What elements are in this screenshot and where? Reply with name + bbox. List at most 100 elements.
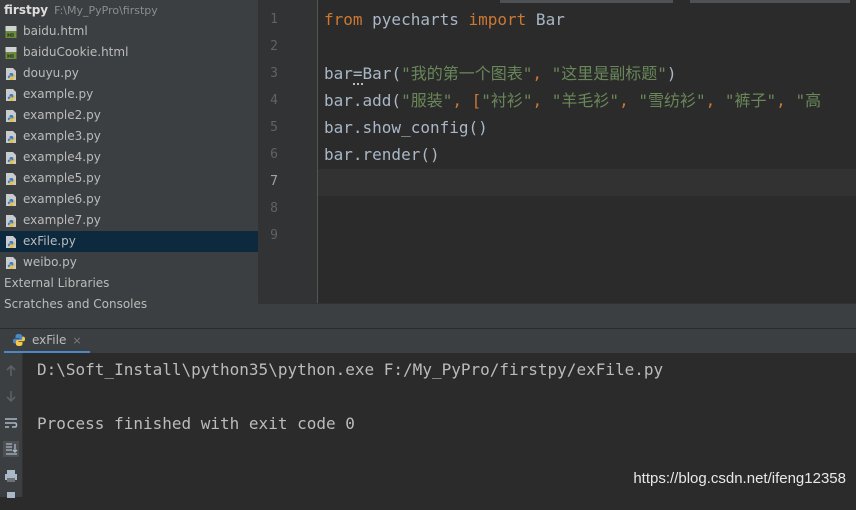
code-token: bar.add(	[324, 91, 402, 110]
string-literal: "雪纺衫"	[638, 91, 706, 110]
print-icon[interactable]	[3, 468, 19, 484]
watermark: https://blog.csdn.net/ifeng12358	[633, 470, 846, 487]
line-number: 5	[270, 120, 278, 135]
python-file-icon	[5, 67, 18, 81]
code-token: ,	[532, 64, 552, 83]
file-list: baidu.html baiduCookie.html douyu.py exampl…	[0, 21, 258, 273]
code-line-3: bar=Bar("我的第一个图表", "这里是副标题")	[324, 60, 677, 87]
string-literal: "高	[795, 91, 822, 110]
python-file-icon	[5, 214, 18, 228]
line-number: 1	[270, 12, 278, 27]
line-number: 8	[270, 201, 278, 216]
file-name: baidu.html	[23, 24, 88, 38]
file-item[interactable]: weibo.py	[0, 252, 258, 273]
console-exit-message: Process finished with exit code 0	[37, 414, 355, 433]
code-token: , [	[452, 91, 482, 110]
run-tab-exfile[interactable]: exFile ×	[4, 329, 90, 354]
line-number: 9	[270, 228, 278, 243]
python-file-icon	[5, 172, 18, 186]
code-token: ,	[532, 91, 552, 110]
file-name: douyu.py	[23, 66, 79, 80]
file-name: example4.py	[23, 150, 101, 164]
file-name: baiduCookie.html	[23, 45, 129, 59]
file-item[interactable]: example4.py	[0, 147, 258, 168]
file-name: example7.py	[23, 213, 101, 227]
close-icon[interactable]: ×	[72, 334, 81, 347]
file-item[interactable]: example7.py	[0, 210, 258, 231]
python-file-icon	[5, 130, 18, 144]
project-root-path: F:\My_PyPro\firstpy	[54, 4, 158, 17]
code-line-6: bar.render()	[324, 145, 440, 164]
console-command-line: D:\Soft_Install\python35\python.exe F:/M…	[37, 360, 664, 379]
code-token-warning: =	[352, 64, 363, 85]
file-item[interactable]: example2.py	[0, 105, 258, 126]
file-name: exFile.py	[23, 234, 76, 248]
arrow-down-icon[interactable]	[3, 388, 19, 404]
file-item[interactable]: example5.py	[0, 168, 258, 189]
module-name: pyecharts	[362, 10, 469, 29]
file-name: weibo.py	[23, 255, 77, 269]
class-name: Bar	[526, 10, 565, 29]
file-item[interactable]: example6.py	[0, 189, 258, 210]
trash-icon[interactable]	[3, 490, 19, 506]
scratches-item[interactable]: Scratches and Consoles	[0, 294, 258, 315]
line-number: 2	[270, 39, 278, 54]
file-name: example2.py	[23, 108, 101, 122]
file-item[interactable]: example.py	[0, 84, 258, 105]
keyword: import	[468, 10, 527, 29]
current-line-highlight	[318, 169, 856, 196]
editor-tab-indicator	[690, 0, 850, 3]
code-token: ,	[776, 91, 796, 110]
file-name: example3.py	[23, 129, 101, 143]
python-file-icon	[5, 193, 18, 207]
line-number: 3	[270, 66, 278, 81]
code-editor[interactable]: from pyecharts import Bar bar=Bar("我的第一个…	[318, 0, 856, 303]
python-icon	[12, 333, 32, 347]
code-token: Bar(	[362, 64, 402, 83]
string-literal: "衬衫"	[481, 91, 533, 110]
string-literal: "我的第一个图表"	[401, 64, 533, 83]
line-number-current: 7	[270, 174, 278, 189]
external-libraries-item[interactable]: External Libraries	[0, 273, 258, 294]
python-file-icon	[5, 256, 18, 270]
python-file-icon	[5, 109, 18, 123]
line-number: 4	[270, 93, 278, 108]
code-token: ,	[705, 91, 725, 110]
file-item[interactable]: example3.py	[0, 126, 258, 147]
code-line-1: from pyecharts import Bar	[324, 6, 565, 33]
code-token: bar	[324, 64, 353, 83]
editor-horizontal-scrollbar[interactable]	[258, 303, 856, 329]
code-token: ,	[619, 91, 639, 110]
file-item[interactable]: douyu.py	[0, 63, 258, 84]
file-item[interactable]: baidu.html	[0, 21, 258, 42]
file-name: example.py	[23, 87, 94, 101]
file-name: example6.py	[23, 192, 101, 206]
string-literal: "羊毛衫"	[551, 91, 620, 110]
project-root-name: firstpy	[4, 3, 49, 17]
html-file-icon	[5, 25, 18, 39]
python-file-icon	[5, 151, 18, 165]
arrow-up-icon[interactable]	[3, 363, 19, 379]
code-token: )	[666, 64, 677, 83]
line-number: 6	[270, 147, 278, 162]
keyword: from	[324, 10, 363, 29]
scroll-to-end-icon[interactable]	[3, 441, 19, 457]
file-item[interactable]: exFile.py	[0, 231, 258, 252]
code-line-4: bar.add("服装", ["衬衫", "羊毛衫", "雪纺衫", "裤子",…	[324, 87, 821, 114]
file-item[interactable]: baiduCookie.html	[0, 42, 258, 63]
string-literal: "这里是副标题"	[551, 64, 667, 83]
code-line-5: bar.show_config()	[324, 118, 488, 137]
soft-wrap-icon[interactable]	[3, 415, 19, 431]
project-panel: firstpy F:\My_PyPro\firstpy baidu.html ba…	[0, 0, 258, 328]
file-name: example5.py	[23, 171, 101, 185]
editor-tab-indicator	[500, 0, 673, 3]
string-literal: "服装"	[401, 91, 453, 110]
html-file-icon	[5, 46, 18, 60]
scratches-label: Scratches and Consoles	[4, 297, 148, 311]
run-toolbar	[0, 353, 23, 498]
run-tab-label: exFile	[32, 333, 67, 347]
string-literal: "裤子"	[724, 91, 777, 110]
run-panel-header: exFile ×	[0, 328, 856, 354]
external-libraries-label: External Libraries	[4, 276, 110, 290]
project-root[interactable]: firstpy F:\My_PyPro\firstpy	[0, 0, 258, 21]
